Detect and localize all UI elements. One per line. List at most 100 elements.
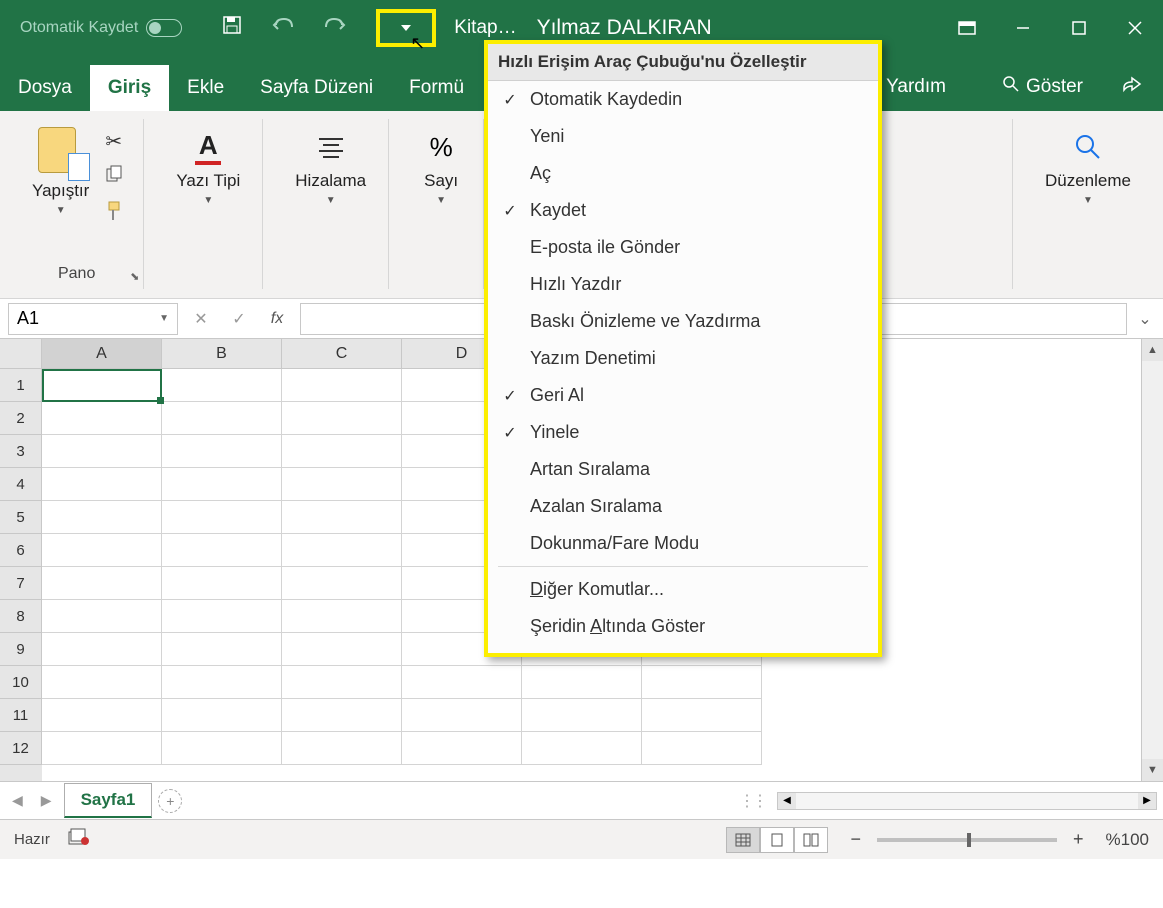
cell[interactable] — [162, 468, 282, 501]
save-icon[interactable] — [222, 15, 242, 41]
qat-menu-item[interactable]: Azalan Sıralama — [488, 488, 878, 525]
maximize-button[interactable] — [1051, 0, 1107, 56]
tab-file[interactable]: Dosya — [0, 65, 90, 111]
add-sheet-button[interactable]: + — [158, 789, 182, 813]
cell[interactable] — [282, 600, 402, 633]
cell[interactable] — [522, 732, 642, 765]
row-header[interactable]: 6 — [0, 534, 42, 567]
cell[interactable] — [162, 402, 282, 435]
cell[interactable] — [282, 468, 402, 501]
cell[interactable] — [522, 666, 642, 699]
chevron-down-icon[interactable]: ▼ — [159, 313, 169, 324]
row-header[interactable]: 7 — [0, 567, 42, 600]
row-header[interactable]: 5 — [0, 501, 42, 534]
zoom-percentage[interactable]: %100 — [1106, 830, 1149, 850]
macro-record-icon[interactable] — [68, 828, 90, 851]
qat-menu-item[interactable]: ✓Geri Al — [488, 377, 878, 414]
expand-formula-bar-icon[interactable]: ⌄ — [1135, 309, 1155, 329]
cell[interactable] — [42, 402, 162, 435]
dialog-launcher-icon[interactable]: ⬊ — [130, 270, 139, 283]
format-painter-icon[interactable] — [105, 200, 125, 228]
vertical-scrollbar[interactable]: ▲ ▼ — [1141, 339, 1163, 781]
paste-button[interactable]: Yapıştır ▼ — [22, 119, 99, 238]
cell[interactable] — [42, 699, 162, 732]
font-button[interactable]: A Yazı Tipi ▼ — [166, 119, 250, 214]
cell[interactable] — [162, 534, 282, 567]
horizontal-scrollbar[interactable]: ◀ ▶ — [777, 792, 1157, 810]
row-header[interactable]: 3 — [0, 435, 42, 468]
enter-icon[interactable]: ✓ — [224, 304, 254, 334]
cell[interactable] — [282, 567, 402, 600]
qat-menu-item[interactable]: ✓Kaydet — [488, 192, 878, 229]
row-header[interactable]: 4 — [0, 468, 42, 501]
scroll-track[interactable] — [796, 793, 1138, 809]
minimize-button[interactable] — [995, 0, 1051, 56]
qat-menu-item[interactable]: Aç — [488, 155, 878, 192]
zoom-slider[interactable] — [877, 838, 1057, 842]
qat-menu-item[interactable]: ✓Otomatik Kaydedin — [488, 81, 878, 118]
alignment-button[interactable]: Hizalama ▼ — [285, 119, 376, 214]
cell[interactable] — [162, 732, 282, 765]
ribbon-display-options-icon[interactable] — [939, 0, 995, 56]
row-header[interactable]: 11 — [0, 699, 42, 732]
column-header[interactable]: B — [162, 339, 282, 369]
cell[interactable] — [162, 600, 282, 633]
tell-me-search[interactable]: Göster — [984, 63, 1101, 111]
zoom-out-button[interactable]: − — [846, 829, 865, 850]
cell[interactable] — [42, 600, 162, 633]
sheet-tab-active[interactable]: Sayfa1 — [64, 783, 153, 818]
qat-menu-item[interactable]: Dokunma/Fare Modu — [488, 525, 878, 562]
cell[interactable] — [162, 501, 282, 534]
qat-menu-item[interactable]: ✓Yinele — [488, 414, 878, 451]
row-header[interactable]: 8 — [0, 600, 42, 633]
scroll-up-icon[interactable]: ▲ — [1142, 339, 1163, 361]
qat-menu-item[interactable]: E-posta ile Gönder — [488, 229, 878, 266]
cell[interactable] — [42, 468, 162, 501]
row-header[interactable]: 12 — [0, 732, 42, 765]
name-box[interactable]: A1 ▼ — [8, 303, 178, 335]
cell[interactable] — [642, 732, 762, 765]
zoom-in-button[interactable]: + — [1069, 829, 1088, 850]
normal-view-icon[interactable] — [726, 827, 760, 853]
column-header[interactable]: A — [42, 339, 162, 369]
sheet-nav-next-icon[interactable]: ▶ — [35, 792, 58, 809]
close-button[interactable] — [1107, 0, 1163, 56]
tab-help[interactable]: Yardım — [868, 64, 964, 110]
cell[interactable] — [42, 633, 162, 666]
cell[interactable] — [162, 633, 282, 666]
cell[interactable] — [282, 732, 402, 765]
tab-split-grip-icon[interactable]: ⋮⋮ — [739, 791, 773, 811]
row-header[interactable]: 2 — [0, 402, 42, 435]
select-all-corner[interactable] — [0, 339, 42, 369]
share-icon[interactable] — [1121, 74, 1143, 100]
row-header[interactable]: 9 — [0, 633, 42, 666]
cell[interactable] — [42, 732, 162, 765]
cell[interactable] — [162, 435, 282, 468]
copy-icon[interactable] — [105, 164, 125, 190]
qat-menu-item[interactable]: Hızlı Yazdır — [488, 266, 878, 303]
page-layout-view-icon[interactable] — [760, 827, 794, 853]
scroll-right-icon[interactable]: ▶ — [1138, 793, 1156, 809]
cell[interactable] — [282, 699, 402, 732]
cell[interactable] — [42, 534, 162, 567]
cell[interactable] — [642, 699, 762, 732]
cell[interactable] — [402, 666, 522, 699]
cell[interactable] — [402, 699, 522, 732]
qat-menu-item[interactable]: Baskı Önizleme ve Yazdırma — [488, 303, 878, 340]
qat-menu-item[interactable]: Yeni — [488, 118, 878, 155]
qat-menu-show-below-ribbon[interactable]: Şeridin Altında Göster — [488, 608, 878, 645]
cell[interactable] — [522, 699, 642, 732]
redo-icon[interactable] — [324, 15, 346, 41]
find-select-button[interactable]: Düzenleme ▼ — [1035, 119, 1141, 214]
scroll-left-icon[interactable]: ◀ — [778, 793, 796, 809]
scroll-track[interactable] — [1142, 361, 1163, 759]
tab-insert[interactable]: Ekle — [169, 65, 242, 111]
qat-menu-item[interactable]: Yazım Denetimi — [488, 340, 878, 377]
cell[interactable] — [642, 666, 762, 699]
cell[interactable] — [282, 534, 402, 567]
cell[interactable] — [282, 501, 402, 534]
cancel-icon[interactable]: ✕ — [186, 304, 216, 334]
cell[interactable] — [282, 633, 402, 666]
number-format-button[interactable]: % Sayı ▼ — [411, 119, 471, 214]
tab-home[interactable]: Giriş — [90, 65, 169, 111]
